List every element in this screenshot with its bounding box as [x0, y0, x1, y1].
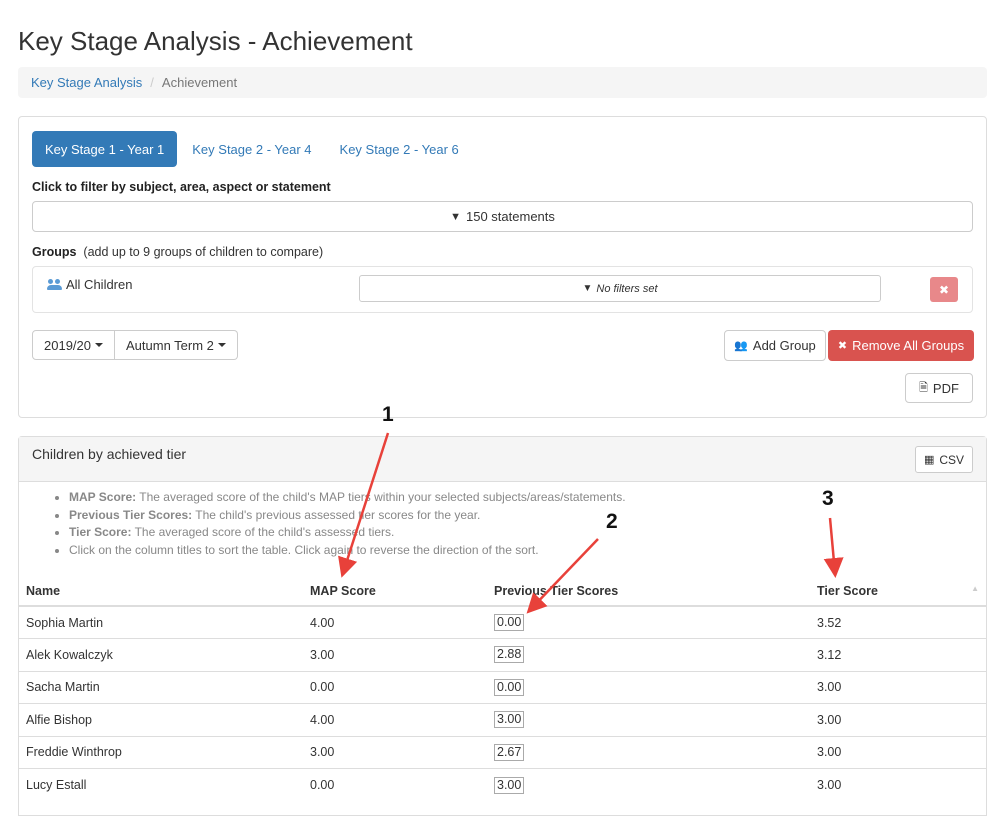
breadcrumb: Key Stage Analysis / Achievement: [18, 67, 987, 98]
group-row-all-children: All Children ▼ No filters set ✖: [32, 266, 973, 313]
achieved-tier-panel-title: Children by achieved tier: [32, 446, 187, 462]
table-row: Sacha Martin 0.00 0.00 3.00: [18, 670, 987, 704]
cell-map-score: 0.00: [302, 670, 486, 704]
cell-map-score: 3.00: [302, 638, 486, 671]
year-select-value: 2019/20: [44, 337, 91, 353]
filter-icon: ▼: [582, 283, 593, 294]
remove-group-button[interactable]: ✖: [930, 277, 958, 302]
table-row: Alfie Bishop 4.00 3.00 3.00: [18, 703, 987, 736]
table-row: Sophia Martin 4.00 0.00 3.52: [18, 605, 987, 639]
caret-down-icon: [217, 343, 226, 347]
tab-key-stage-1-year-1[interactable]: Key Stage 1 - Year 1: [32, 131, 178, 167]
key-stage-tabs: Key Stage 1 - Year 1 Key Stage 2 - Year …: [32, 131, 474, 167]
cell-tier-score: 3.00: [809, 768, 987, 801]
statements-count: 150 statements: [466, 209, 555, 224]
period-selectors: 2019/20 Autumn Term 2: [32, 330, 238, 360]
filter-label: Click to filter by subject, area, aspect…: [32, 180, 331, 194]
cell-map-score: 4.00: [302, 605, 486, 639]
previous-score-box: 0.00: [494, 614, 525, 631]
legend-item: Click on the column titles to sort the t…: [69, 542, 626, 560]
legend-item: MAP Score: The averaged score of the chi…: [69, 489, 626, 507]
filter-icon: ▼: [450, 210, 461, 223]
table-icon: ▦: [923, 454, 935, 466]
add-group-label: Add Group: [752, 338, 816, 353]
filter-panel: Key Stage 1 - Year 1 Key Stage 2 - Year …: [18, 116, 987, 418]
cell-name: Alek Kowalczyk: [18, 638, 302, 671]
cell-map-score: 0.00: [302, 768, 486, 801]
cell-previous-tier-scores: 3.00: [486, 768, 809, 801]
close-icon: ✖: [837, 340, 848, 352]
statements-filter-button[interactable]: ▼ 150 statements: [32, 201, 973, 232]
pdf-file-icon: 🗎: [919, 381, 928, 394]
remove-all-groups-button[interactable]: ✖ Remove All Groups: [828, 330, 974, 361]
csv-label: CSV: [939, 452, 965, 467]
annotation-number-1: 1: [382, 403, 394, 426]
group-name-label: All Children: [66, 277, 133, 292]
page-title: Key Stage Analysis - Achievement: [18, 26, 413, 56]
cell-map-score: 4.00: [302, 703, 486, 736]
previous-score-box: 2.88: [494, 646, 525, 664]
legend-item: Tier Score: The averaged score of the ch…: [69, 524, 626, 542]
breadcrumb-current: Achievement: [161, 75, 238, 90]
add-group-button[interactable]: 👥 Add Group: [724, 330, 826, 361]
cell-tier-score: 3.12: [809, 638, 987, 671]
table-row: Alek Kowalczyk 3.00 2.88 3.12: [18, 638, 987, 671]
cell-previous-tier-scores: 0.00: [486, 670, 809, 704]
column-header-name[interactable]: Name: [18, 576, 302, 607]
groups-label-bold: Groups: [32, 245, 77, 259]
tab-key-stage-2-year-4[interactable]: Key Stage 2 - Year 4: [179, 131, 324, 167]
table-row: Lucy Estall 0.00 3.00 3.00: [18, 768, 987, 801]
pdf-label: PDF: [932, 380, 959, 396]
cell-name: Sacha Martin: [18, 670, 302, 704]
cell-map-score: 3.00: [302, 735, 486, 769]
cell-previous-tier-scores: 2.67: [486, 735, 809, 769]
remove-all-groups-label: Remove All Groups: [852, 338, 965, 353]
csv-button[interactable]: ▦ CSV: [915, 446, 973, 473]
cell-name: Lucy Estall: [18, 768, 302, 801]
group-filter-button[interactable]: ▼ No filters set: [359, 275, 881, 302]
groups-label-note: (add up to 9 groups of children to compa…: [83, 245, 324, 259]
close-icon: ✖: [938, 282, 950, 297]
column-header-previous-tier-scores[interactable]: Previous Tier Scores: [486, 576, 809, 607]
term-select[interactable]: Autumn Term 2: [115, 330, 238, 360]
table-row: Freddie Winthrop 3.00 2.67 3.00: [18, 735, 987, 769]
cell-name: Alfie Bishop: [18, 703, 302, 736]
term-select-value: Autumn Term 2: [126, 337, 214, 353]
group-filter-text: No filters set: [596, 282, 658, 295]
year-select[interactable]: 2019/20: [32, 330, 115, 360]
legend-item: Previous Tier Scores: The child's previo…: [69, 507, 626, 525]
sort-up-icon: ▲: [971, 583, 979, 593]
caret-down-icon: [95, 343, 103, 347]
breadcrumb-separator: /: [150, 75, 154, 90]
groups-label: Groups (add up to 9 groups of children t…: [32, 245, 323, 259]
tab-key-stage-2-year-6[interactable]: Key Stage 2 - Year 6: [327, 131, 472, 167]
previous-score-box: 3.00: [494, 711, 525, 729]
cell-tier-score: 3.00: [809, 735, 987, 769]
children-table: Name MAP Score Previous Tier Scores Tier…: [18, 576, 987, 801]
achieved-tier-panel-header: Children by achieved tier ▦ CSV: [19, 437, 986, 482]
previous-score-box: 3.00: [494, 776, 525, 794]
column-header-tier-score[interactable]: Tier Score ▲: [809, 576, 987, 607]
previous-score-box: 0.00: [494, 678, 525, 696]
cell-tier-score: 3.00: [809, 703, 987, 736]
group-name: All Children: [47, 277, 132, 292]
cell-previous-tier-scores: 0.00: [486, 605, 809, 639]
annotation-number-2: 2: [606, 510, 618, 533]
cell-tier-score: 3.52: [809, 605, 987, 639]
users-icon: [47, 279, 62, 290]
cell-previous-tier-scores: 3.00: [486, 703, 809, 736]
annotation-number-3: 3: [822, 487, 834, 510]
cell-name: Sophia Martin: [18, 605, 302, 639]
column-legend: MAP Score: The averaged score of the chi…: [51, 489, 626, 560]
user-plus-icon: 👥: [734, 340, 748, 352]
previous-score-box: 2.67: [494, 743, 525, 761]
table-header-row: Name MAP Score Previous Tier Scores Tier…: [18, 576, 987, 607]
cell-name: Freddie Winthrop: [18, 735, 302, 769]
cell-tier-score: 3.00: [809, 670, 987, 704]
breadcrumb-link-key-stage-analysis[interactable]: Key Stage Analysis: [31, 75, 142, 90]
pdf-button[interactable]: 🗎 PDF: [905, 373, 973, 403]
cell-previous-tier-scores: 2.88: [486, 638, 809, 671]
column-header-map-score[interactable]: MAP Score: [302, 576, 486, 607]
